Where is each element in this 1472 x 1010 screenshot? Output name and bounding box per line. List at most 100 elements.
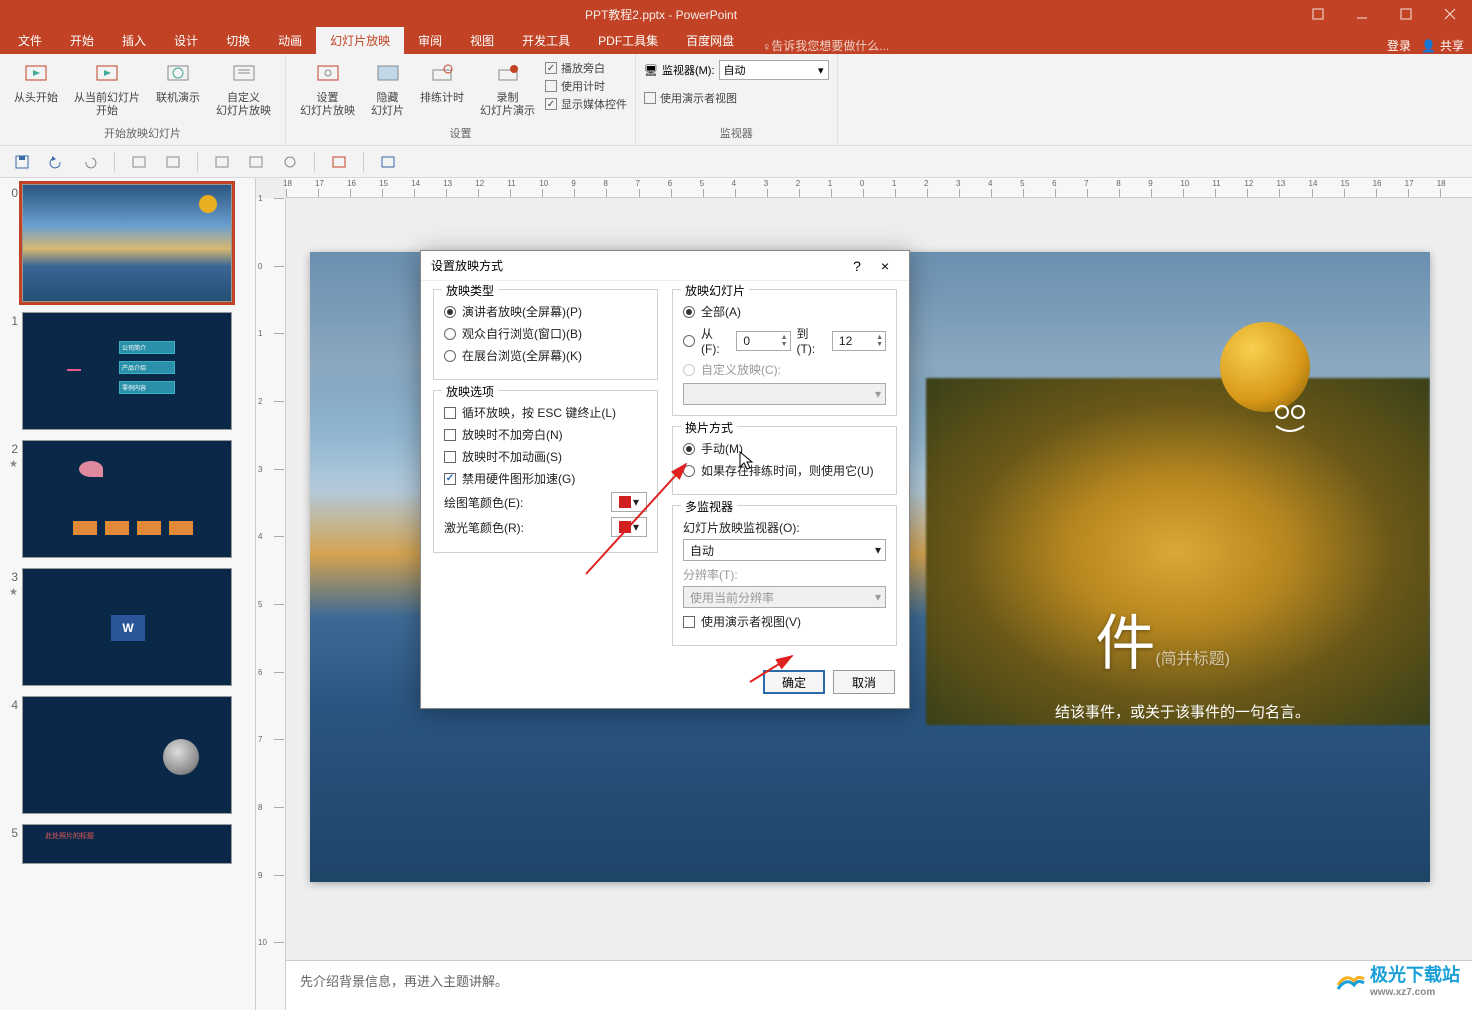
thumb-4[interactable]: 4 [4, 696, 251, 814]
to-spin[interactable]: 12▲▼ [832, 331, 886, 351]
tab-devtools[interactable]: 开发工具 [508, 27, 584, 54]
chk-presenter-view[interactable]: 使用演示者视图 [644, 90, 737, 106]
record-icon [492, 58, 524, 90]
qa-2[interactable] [159, 150, 187, 174]
tab-review[interactable]: 审阅 [404, 27, 456, 54]
qa-5[interactable] [276, 150, 304, 174]
qa-3[interactable] [208, 150, 236, 174]
radio-kiosk[interactable]: 在展台浏览(全屏幕)(K) [444, 347, 647, 364]
play-from-start-icon [20, 58, 52, 90]
chk-no-animation[interactable]: 放映时不加动画(S) [444, 448, 647, 465]
cancel-button[interactable]: 取消 [833, 670, 895, 694]
qa-7[interactable] [374, 150, 402, 174]
monitor-label: 监视器(M): [662, 62, 715, 78]
resolution-select: 使用当前分辨率▾ [683, 586, 886, 608]
legend-show-type: 放映类型 [442, 282, 498, 299]
undo-button[interactable] [42, 150, 70, 174]
tab-view[interactable]: 视图 [456, 27, 508, 54]
ribbon-body: 从头开始 从当前幻灯片 开始 联机演示 自定义 幻灯片放映 开始放映幻灯片 设置… [0, 54, 1472, 146]
document-title: PPT教程2.pptx - PowerPoint [26, 6, 1296, 23]
chk-timings[interactable]: 使用计时 [545, 78, 627, 94]
tab-baidu[interactable]: 百度网盘 [672, 27, 748, 54]
notes-pane[interactable]: 先介绍背景信息，再进入主题讲解。 [286, 960, 1472, 1010]
record-button[interactable]: 录制 幻灯片演示 [474, 56, 541, 120]
maximize-icon[interactable] [1384, 0, 1428, 28]
thumb-2[interactable]: 2★ [4, 440, 251, 558]
present-online-button[interactable]: 联机演示 [150, 56, 206, 107]
hide-slide-button[interactable]: 隐藏 幻灯片 [365, 56, 410, 120]
legend-multimon: 多监视器 [681, 498, 737, 515]
thumb-1[interactable]: 1 公司简介 产品介绍 零例内容 [4, 312, 251, 430]
monitor-select[interactable]: 自动▾ [719, 60, 829, 80]
thumbnail-panel[interactable]: 0 1 公司简介 产品介绍 零例内容 2★ 3 [0, 178, 256, 1010]
tab-pdf[interactable]: PDF工具集 [584, 27, 672, 54]
radio-browsed-individual[interactable]: 观众自行浏览(窗口)(B) [444, 325, 647, 342]
chk-loop[interactable]: 循环放映，按 ESC 键终止(L) [444, 404, 647, 421]
tab-animations[interactable]: 动画 [264, 27, 316, 54]
qa-6[interactable] [325, 150, 353, 174]
tab-slideshow[interactable]: 幻灯片放映 [316, 27, 404, 54]
radio-presenter[interactable]: 演讲者放映(全屏幕)(P) [444, 303, 647, 320]
save-button[interactable] [8, 150, 36, 174]
thumb-5[interactable]: 5 此处照片的标题 [4, 824, 251, 864]
play-from-current-icon [91, 58, 123, 90]
group-label-monitors: 监视器 [644, 123, 829, 143]
share-icon: 👤 [1421, 39, 1436, 53]
slide-title[interactable]: 件(简并标题) [1095, 595, 1230, 682]
tab-insert[interactable]: 插入 [108, 27, 160, 54]
tab-transitions[interactable]: 切换 [212, 27, 264, 54]
setup-show-icon [312, 58, 344, 90]
ribbon-options-icon[interactable] [1296, 0, 1340, 28]
from-beginning-button[interactable]: 从头开始 [8, 56, 64, 107]
chk-media[interactable]: 显示媒体控件 [545, 96, 627, 112]
radio-use-timings[interactable]: 如果存在排练时间，则使用它(U) [683, 462, 886, 479]
chk-presenter-view-dlg[interactable]: 使用演示者视图(V) [683, 613, 886, 630]
radio-manual[interactable]: 手动(M) [683, 440, 886, 457]
group-label-start-show: 开始放映幻灯片 [8, 123, 277, 143]
legend-advance: 换片方式 [681, 419, 737, 436]
chk-disable-hw[interactable]: 禁用硬件图形加速(G) [444, 470, 647, 487]
custom-show-icon [228, 58, 260, 90]
show-monitor-select[interactable]: 自动▾ [683, 539, 886, 561]
tab-file[interactable]: 文件 [4, 27, 56, 54]
qa-4[interactable] [242, 150, 270, 174]
setup-show-dialog: 设置放映方式 ? × 放映类型 演讲者放映(全屏幕)(P) 观众自行浏览(窗口)… [420, 250, 910, 709]
qa-1[interactable] [125, 150, 153, 174]
tellme-input[interactable]: 告诉我您想要做什么... [771, 37, 889, 54]
legend-show-slides: 放映幻灯片 [681, 282, 749, 299]
tab-home[interactable]: 开始 [56, 27, 108, 54]
chk-no-narration[interactable]: 放映时不加旁白(N) [444, 426, 647, 443]
dialog-help-button[interactable]: ? [843, 258, 871, 274]
laser-color-button[interactable]: ▾ [611, 517, 647, 537]
from-spin[interactable]: 0▲▼ [736, 331, 790, 351]
slide-subtitle[interactable]: 结该事件，或关于该事件的一句名言。 [1055, 701, 1310, 722]
present-online-icon [162, 58, 194, 90]
thumb-3[interactable]: 3★ W [4, 568, 251, 686]
chevron-down-icon: ▾ [875, 543, 881, 557]
minimize-icon[interactable] [1340, 0, 1384, 28]
tab-design[interactable]: 设计 [160, 27, 212, 54]
share-button[interactable]: 👤共享 [1421, 37, 1464, 54]
animation-star-icon: ★ [9, 459, 18, 470]
thumb-0[interactable]: 0 [4, 184, 251, 302]
chk-narration[interactable]: 播放旁白 [545, 60, 627, 76]
redo-button[interactable] [76, 150, 104, 174]
ruler-vertical: 1012345678910 [256, 198, 286, 1010]
radio-custom-show: 自定义放映(C): [683, 361, 886, 378]
signin-link[interactable]: 登录 [1387, 37, 1411, 54]
setup-show-button[interactable]: 设置 幻灯片放映 [294, 56, 361, 120]
ruler-horizontal: 1817161514131211109876543210123456789101… [286, 178, 1472, 198]
pen-color-button[interactable]: ▾ [611, 492, 647, 512]
watermark: 极光下载站 www.xz7.com [1336, 961, 1460, 998]
close-icon[interactable] [1428, 0, 1472, 28]
ok-button[interactable]: 确定 [763, 670, 825, 694]
custom-show-button[interactable]: 自定义 幻灯片放映 [210, 56, 277, 120]
from-current-button[interactable]: 从当前幻灯片 开始 [68, 56, 146, 120]
resolution-label: 分辨率(T): [683, 566, 886, 583]
ribbon-tabs: 文件 开始 插入 设计 切换 动画 幻灯片放映 审阅 视图 开发工具 PDF工具… [0, 28, 1472, 54]
radio-from-to[interactable] [683, 335, 695, 347]
laser-color-label: 激光笔颜色(R): [444, 519, 605, 536]
rehearse-button[interactable]: 排练计时 [414, 56, 470, 107]
dialog-close-button[interactable]: × [871, 258, 899, 274]
radio-all-slides[interactable]: 全部(A) [683, 303, 886, 320]
